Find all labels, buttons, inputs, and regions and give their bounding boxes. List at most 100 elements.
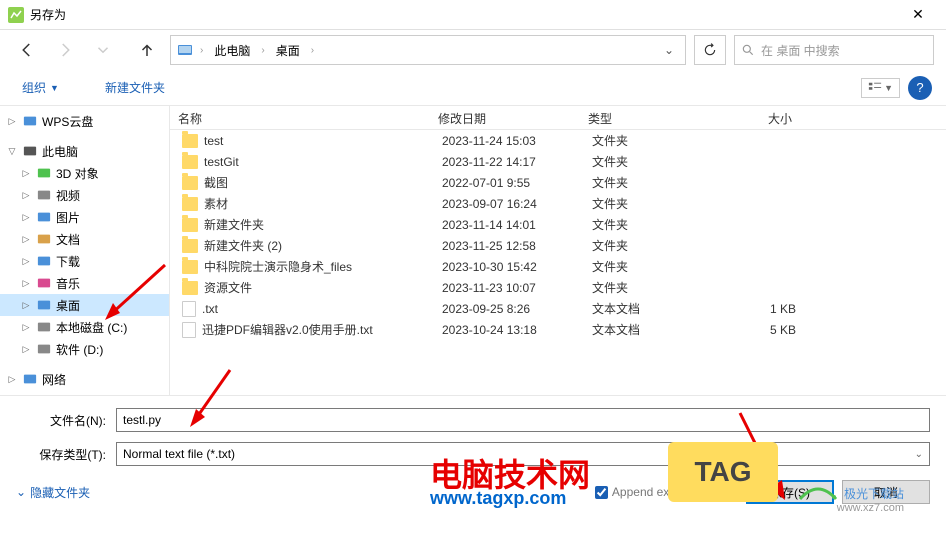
sidebar-item[interactable]: ▷桌面 (0, 294, 169, 316)
tree-icon (36, 275, 52, 291)
sidebar-item[interactable]: ▷ 网络 (0, 368, 169, 390)
tree-label: 文档 (56, 231, 80, 248)
table-row[interactable]: 资源文件 2023-11-23 10:07 文件夹 (170, 277, 946, 298)
filetype-label: 保存类型(T): (16, 446, 116, 463)
file-name: .txt (202, 302, 218, 316)
col-header-date[interactable]: 修改日期 (430, 106, 580, 129)
table-row[interactable]: 中科院院士演示隐身术_files 2023-10-30 15:42 文件夹 (170, 256, 946, 277)
col-header-size[interactable]: 大小 (720, 106, 800, 129)
crumb-pc[interactable]: 此电脑 (210, 40, 254, 61)
tree-icon (36, 297, 52, 313)
new-folder-button[interactable]: 新建文件夹 (97, 75, 173, 100)
organize-menu[interactable]: 组织 ▼ (14, 75, 67, 100)
table-row[interactable]: 素材 2023-09-07 16:24 文件夹 (170, 193, 946, 214)
save-button[interactable]: 保存(S) (746, 480, 834, 504)
table-row[interactable]: 新建文件夹 2023-11-14 14:01 文件夹 (170, 214, 946, 235)
sidebar-item[interactable]: ▷ 音乐 (0, 272, 169, 294)
folder-icon (182, 239, 198, 253)
search-input[interactable]: 在 桌面 中搜索 (734, 35, 934, 65)
tree-label: 网络 (42, 371, 66, 388)
tree-icon (22, 143, 38, 159)
expander-icon[interactable]: ▷ (20, 233, 32, 245)
tree-icon (22, 371, 38, 387)
list-header: 名称 修改日期 类型 大小 (170, 106, 946, 130)
sidebar-item[interactable]: ▷ 文档 (0, 228, 169, 250)
expander-icon[interactable]: ▷ (20, 189, 32, 201)
sidebar-item[interactable]: ▽此电脑 (0, 140, 169, 162)
tree-label: 音乐 (56, 275, 80, 292)
breadcrumb[interactable]: › 此电脑 › 桌面 › ⌄ (170, 35, 686, 65)
sidebar-item[interactable]: ▷3D 对象 (0, 162, 169, 184)
folder-icon (182, 197, 198, 211)
chevron-down-icon: ⌄ (915, 449, 923, 460)
titlebar: 另存为 ✕ (0, 0, 946, 30)
forward-button[interactable] (50, 36, 80, 64)
file-name: 素材 (204, 195, 228, 212)
table-row[interactable]: testGit 2023-11-22 14:17 文件夹 (170, 151, 946, 172)
file-date: 2023-09-07 16:24 (434, 193, 584, 215)
file-name: 新建文件夹 (2) (204, 237, 282, 254)
table-row[interactable]: test 2023-11-24 15:03 文件夹 (170, 130, 946, 151)
search-icon (741, 43, 755, 57)
view-options[interactable]: ▼ (861, 78, 900, 98)
table-row[interactable]: 新建文件夹 (2) 2023-11-25 12:58 文件夹 (170, 235, 946, 256)
expander-icon[interactable]: ▷ (20, 255, 32, 267)
filetype-select[interactable]: Normal text file (*.txt) ⌄ (116, 442, 930, 466)
filename-input[interactable] (116, 408, 930, 432)
sidebar-item[interactable]: ▷软件 (D:) (0, 338, 169, 360)
file-icon (182, 322, 196, 338)
sidebar-item[interactable]: ▷下载 (0, 250, 169, 272)
file-type: 文本文档 (584, 317, 724, 342)
bottom-area: 文件名(N): 保存类型(T): Normal text file (*.txt… (0, 396, 946, 512)
expander-icon[interactable]: ▷ (20, 277, 32, 289)
sidebar-item[interactable]: ▷视频 (0, 184, 169, 206)
tree-icon (36, 231, 52, 247)
sidebar: ▷WPS云盘▽此电脑▷3D 对象▷视频▷图片▷文档▷下载▷音乐▷桌面▷本地磁盘 … (0, 106, 170, 395)
file-date: 2023-10-24 13:18 (434, 319, 584, 341)
col-header-name[interactable]: 名称 (170, 106, 430, 129)
close-button[interactable]: ✕ (898, 0, 938, 30)
tree-label: 本地磁盘 (C:) (56, 319, 127, 336)
file-size: 5 KB (724, 319, 804, 341)
append-extension-checkbox[interactable]: Append extension (595, 485, 708, 499)
tree-icon (36, 165, 52, 181)
expander-icon[interactable]: ▷ (20, 321, 32, 333)
refresh-button[interactable] (694, 35, 726, 65)
up-button[interactable] (132, 36, 162, 64)
hide-folders-button[interactable]: ⌄ 隐藏文件夹 (16, 484, 90, 501)
table-row[interactable]: 截图 2022-07-01 9:55 文件夹 (170, 172, 946, 193)
expander-icon[interactable]: ▷ (20, 167, 32, 179)
file-size (724, 179, 804, 187)
file-size: 1 KB (724, 298, 804, 320)
cancel-button[interactable]: 取消 (842, 480, 930, 504)
file-date: 2023-09-25 8:26 (434, 298, 584, 320)
tree-icon (22, 113, 38, 129)
expander-icon[interactable]: ▽ (6, 145, 18, 157)
search-placeholder: 在 桌面 中搜索 (761, 42, 840, 59)
back-button[interactable] (12, 36, 42, 64)
col-header-type[interactable]: 类型 (580, 106, 720, 129)
crumb-desktop[interactable]: 桌面 (272, 40, 304, 61)
recent-dropdown[interactable] (88, 36, 118, 64)
expander-icon[interactable]: ▷ (6, 373, 18, 385)
table-row[interactable]: .txt 2023-09-25 8:26 文本文档 1 KB (170, 298, 946, 319)
expander-icon[interactable]: ▷ (6, 115, 18, 127)
sidebar-item[interactable]: ▷WPS云盘 (0, 110, 169, 132)
sidebar-item[interactable]: ▷ 本地磁盘 (C:) (0, 316, 169, 338)
expander-icon[interactable]: ▷ (20, 343, 32, 355)
chevron-right-icon: › (197, 45, 206, 56)
table-row[interactable]: 迅捷PDF编辑器v2.0使用手册.txt 2023-10-24 13:18 文本… (170, 319, 946, 340)
expander-icon[interactable]: ▷ (20, 211, 32, 223)
tree-icon (36, 187, 52, 203)
view-icon (868, 81, 882, 95)
folder-icon (182, 134, 198, 148)
path-dropdown[interactable]: ⌄ (659, 43, 679, 57)
navigation-row: › 此电脑 › 桌面 › ⌄ 在 桌面 中搜索 (0, 30, 946, 70)
sidebar-item[interactable]: ▷图片 (0, 206, 169, 228)
help-button[interactable]: ? (908, 76, 932, 100)
expander-icon[interactable]: ▷ (20, 299, 32, 311)
file-name: 资源文件 (204, 279, 252, 296)
chevron-right-icon: › (258, 45, 267, 56)
filename-label: 文件名(N): (16, 412, 116, 429)
chevron-down-icon: ⌄ (16, 485, 26, 499)
